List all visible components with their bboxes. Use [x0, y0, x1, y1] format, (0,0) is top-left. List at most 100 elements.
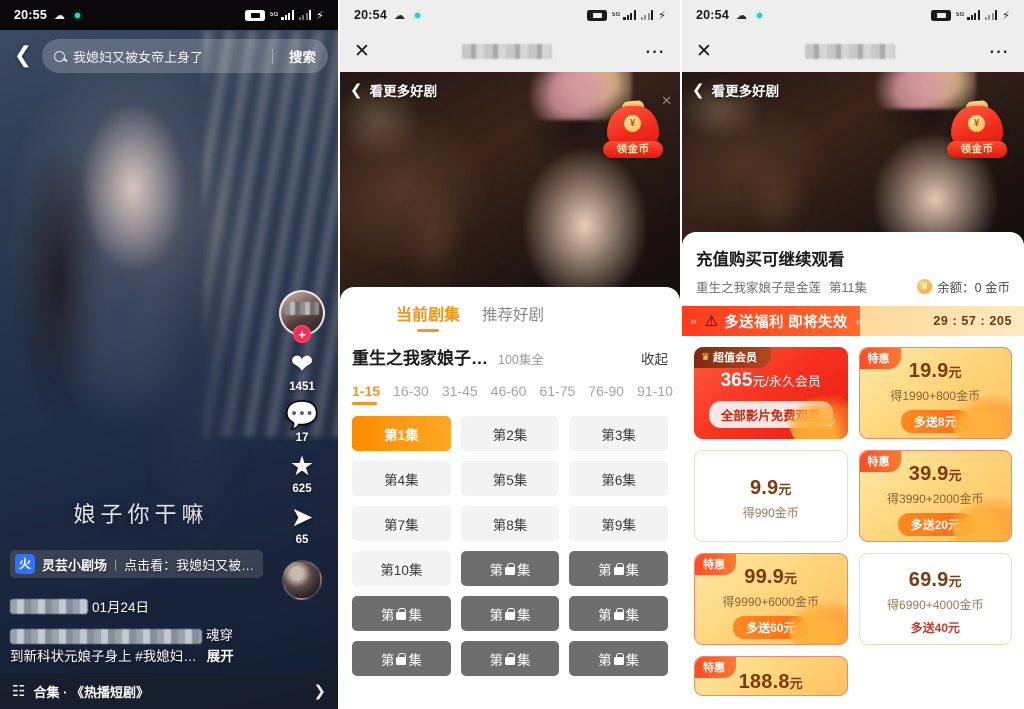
range-tab-16-30[interactable]: 16-30 — [393, 383, 429, 406]
charging-bolt-icon: ⚡ — [316, 9, 324, 22]
episode-cell-locked[interactable]: 第集 — [460, 551, 560, 586]
paywall-episode: 第11集 — [829, 281, 867, 295]
collapse-button[interactable]: 收起 — [641, 348, 668, 368]
episode-cell-locked[interactable]: 第集 — [569, 551, 668, 586]
episode-cell-locked[interactable]: 第集 — [352, 596, 451, 631]
package-price-value: 99.9 — [744, 565, 785, 588]
close-icon[interactable]: ✕ — [696, 40, 720, 62]
episode-cell[interactable]: 第1集 — [352, 416, 451, 451]
episode-cell-locked[interactable]: 第集 — [569, 596, 668, 631]
package-card-vip[interactable]: ♛ 超值会员 365元/永久会员 全部影片免费观看 ✓ — [694, 347, 848, 439]
series-title-row: 重生之我家娘子… 100集全 收起 — [340, 332, 680, 369]
favorite-button[interactable]: ★ 625 — [290, 452, 314, 496]
package-price: 19.9元 — [909, 360, 962, 383]
follow-plus-icon[interactable]: + — [293, 325, 311, 343]
more-drama-label: 看更多好剧 — [369, 84, 438, 99]
promo-countdown-banner[interactable]: » ⚠ 多送福利 即将失效 « 29 : 57 : 205 — [682, 306, 1024, 336]
episode-cell[interactable]: 第3集 — [569, 416, 668, 451]
back-icon[interactable]: ❮ — [10, 45, 36, 67]
episode-range-tabs: 1-15 16-30 31-45 46-60 61-75 76-90 91-10 — [340, 369, 680, 406]
range-tab-46-60[interactable]: 46-60 — [491, 383, 527, 406]
chevron-right-icon[interactable]: ❯ — [313, 682, 326, 700]
share-button[interactable]: ➤ 65 — [290, 502, 314, 547]
favorite-count: 625 — [292, 483, 312, 495]
package-price: 99.9元 — [744, 566, 797, 589]
back-icon[interactable]: ❮ — [350, 81, 363, 99]
desc-tail: 魂穿 — [206, 628, 233, 643]
more-drama-label: 看更多好剧 — [711, 84, 780, 99]
vip-ribbon-label: 超值会员 — [712, 352, 757, 364]
signal-icon-1 — [281, 10, 294, 20]
episode-cell-locked[interactable]: 第集 — [460, 596, 560, 631]
episode-cell-locked[interactable]: 第集 — [569, 641, 668, 676]
promo-chip[interactable]: 火 灵芸小剧场 | 点击看：我媳妇又被… — [10, 550, 264, 578]
search-button[interactable]: 搜索 — [281, 46, 316, 66]
package-card-99-9[interactable]: 特惠 99.9元 得9990+6000金币 多送60元 — [694, 553, 848, 645]
status-left-3: 20:54 ☁ — [696, 8, 766, 22]
episode-cell[interactable]: 第4集 — [352, 461, 451, 496]
back-icon[interactable]: ❮ — [692, 81, 705, 99]
post-date: 01月24日 — [92, 600, 150, 615]
tab-recommended[interactable]: 推荐好剧 — [482, 303, 544, 332]
range-tab-61-75[interactable]: 61-75 — [539, 383, 575, 406]
range-tab-91-100[interactable]: 91-10 — [637, 383, 673, 406]
episode-cell-locked[interactable]: 第集 — [460, 641, 560, 676]
package-card-188-8[interactable]: 特惠 188.8元 — [694, 656, 848, 696]
episode-cell[interactable]: 第5集 — [460, 461, 560, 496]
series-episode-count: 100集全 — [498, 353, 544, 367]
range-tab-1-15[interactable]: 1-15 — [352, 383, 380, 406]
package-price-value: 188.8 — [738, 671, 790, 693]
promo-separator: | — [114, 557, 118, 571]
music-disc-icon[interactable] — [282, 560, 322, 600]
episode-cell[interactable]: 第9集 — [569, 506, 668, 541]
paywall-subtitle-row: 重生之我家娘子是金莲 第11集 ¥ 余额：0 金币 — [682, 270, 1024, 296]
package-card-69-9[interactable]: 69.9元 得6990+4000金币 多送40元 — [858, 553, 1012, 645]
episode-cell[interactable]: 第7集 — [352, 506, 451, 541]
close-icon[interactable]: ✕ — [354, 40, 378, 62]
flame-decoration — [787, 391, 848, 439]
episode-cell[interactable]: 第10集 — [352, 551, 451, 586]
expand-button[interactable]: 展开 — [207, 649, 234, 664]
coin-bag-badge[interactable]: ¥ 领金币 — [602, 98, 664, 160]
status-time: 20:54 — [354, 8, 387, 22]
coin-symbol: ¥ — [624, 115, 641, 132]
more-dots-icon[interactable]: ⋯ — [636, 39, 666, 64]
sheet-tabs: 当前剧集 推荐好剧 — [340, 287, 680, 332]
more-dots-icon[interactable]: ⋯ — [980, 39, 1010, 64]
comment-bubble-icon: 💬 — [285, 400, 319, 431]
coin-bag-label: 领金币 — [603, 141, 663, 158]
episode-cell[interactable]: 第8集 — [460, 506, 560, 541]
package-gain: 得6990+4000金币 — [887, 597, 984, 612]
player-back-row[interactable]: ❮ 看更多好剧 — [350, 80, 437, 100]
wechat-cloud-icon: ☁ — [393, 9, 406, 22]
promo-text: 点击看：我媳妇又被… — [124, 557, 255, 573]
package-card-39-9[interactable]: 特惠 39.9元 得3990+2000金币 多送20元 — [858, 450, 1012, 542]
range-tab-76-90[interactable]: 76-90 — [588, 383, 624, 406]
tab-current-episodes[interactable]: 当前剧集 — [396, 301, 460, 332]
battery-icon — [587, 9, 608, 21]
coin-bag-badge[interactable]: ¥ 领金币 — [946, 98, 1008, 160]
like-button[interactable]: ❤ 1451 — [289, 350, 315, 394]
lock-icon — [396, 607, 407, 620]
player-back-row[interactable]: ❮ 看更多好剧 — [692, 80, 779, 100]
video-description[interactable]: 魂穿 到新科状元娘子身上 #我媳妇… 展开 — [10, 625, 276, 667]
package-grid: ♛ 超值会员 365元/永久会员 全部影片免费观看 ✓ 特惠 19.9元 得19… — [682, 336, 1024, 696]
package-card-19-9[interactable]: 特惠 19.9元 得1990+800金币 多送8元 — [858, 347, 1012, 439]
episode-cell[interactable]: 第2集 — [460, 416, 560, 451]
collection-bar[interactable]: ☷ 合集 · 《热播短剧》 ❯ — [0, 673, 338, 709]
search-input[interactable]: 我媳妇又被女帝上身了 搜索 — [42, 39, 328, 73]
balance-text: 余额：0 金币 — [937, 281, 1010, 295]
comment-button[interactable]: 💬 17 — [285, 400, 319, 445]
package-price-value: 39.9 — [908, 462, 949, 485]
episode-cell[interactable]: 第6集 — [569, 461, 668, 496]
episode-cell-locked[interactable]: 第集 — [352, 641, 451, 676]
package-price-unit: 元 — [948, 467, 962, 483]
search-bar-row: ❮ 我媳妇又被女帝上身了 搜索 — [0, 34, 338, 78]
share-arrow-icon: ➤ — [290, 502, 314, 533]
vip-price: 365元/永久会员 — [721, 370, 821, 392]
package-card-9-9[interactable]: 9.9元 得990金币 — [694, 450, 848, 542]
avatar[interactable]: + — [279, 290, 325, 343]
package-price-unit: 元 — [948, 364, 962, 380]
range-tab-31-45[interactable]: 31-45 — [442, 383, 478, 406]
desc-line2: 到新科状元娘子身上 #我媳妇… — [10, 649, 197, 664]
